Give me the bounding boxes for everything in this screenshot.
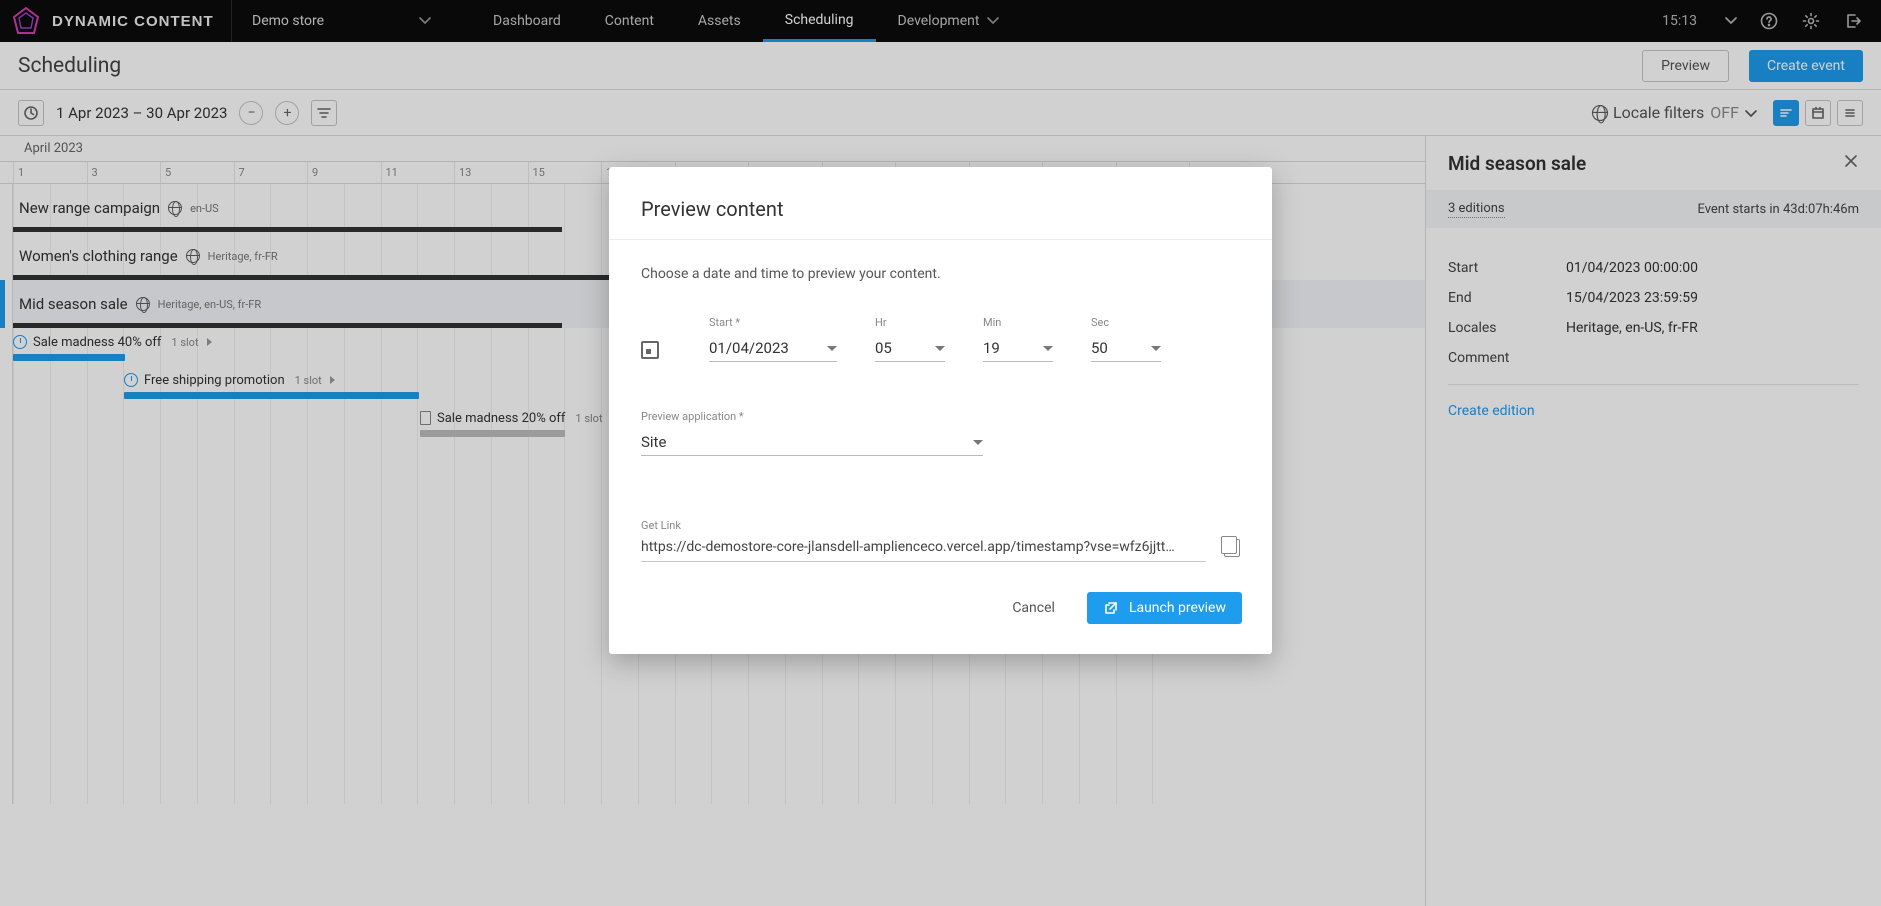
second-select[interactable]: 50 [1091,335,1161,362]
modal-description: Choose a date and time to preview your c… [641,266,1240,282]
getlink-value[interactable]: https://dc-demostore-core-jlansdell-ampl… [641,533,1206,562]
second-label: Sec [1091,316,1161,329]
preview-content-modal: Preview content Choose a date and time t… [609,167,1272,654]
minute-select[interactable]: 19 [983,335,1053,362]
hour-select[interactable]: 05 [875,335,945,362]
getlink-label: Get Link [641,519,681,532]
chevron-down-icon [1043,346,1053,351]
chevron-down-icon [973,440,983,445]
modal-scrim[interactable]: Preview content Choose a date and time t… [0,0,1881,906]
chevron-down-icon [935,346,945,351]
start-date-input[interactable]: 01/04/2023 [709,335,837,362]
launch-preview-button[interactable]: Launch preview [1087,592,1242,624]
start-date-label: Start * [709,316,837,329]
preview-app-label: Preview application * [641,410,983,423]
minute-label: Min [983,316,1053,329]
modal-title: Preview content [609,167,1272,239]
copy-icon[interactable] [1224,539,1240,557]
calendar-icon[interactable] [641,341,659,359]
chevron-down-icon [827,346,837,351]
cancel-button[interactable]: Cancel [1008,592,1059,624]
hour-label: Hr [875,316,945,329]
preview-app-select[interactable]: Site [641,429,983,456]
chevron-down-icon [1151,346,1161,351]
